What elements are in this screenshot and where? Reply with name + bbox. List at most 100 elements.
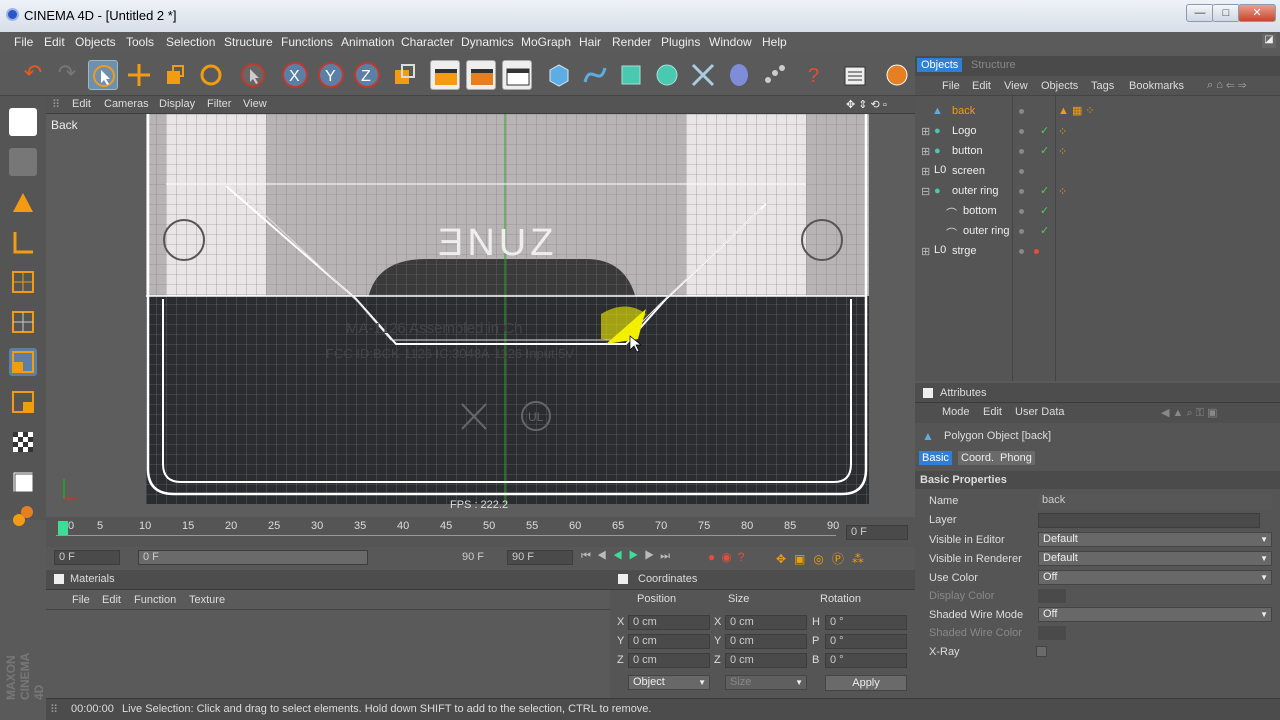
object-row-outer-ring[interactable]: ⊟ ● outer ring bbox=[918, 182, 1016, 202]
object-row-logo[interactable]: ⊞ ● Logo bbox=[918, 122, 1016, 142]
visibility-dot[interactable] bbox=[1019, 209, 1024, 214]
viewport-back[interactable]: Back ƎNUZ MA-1126 Assembled in Ch FCC ID… bbox=[46, 114, 915, 517]
layout-icon[interactable] bbox=[9, 108, 37, 136]
visibility-dot[interactable] bbox=[1019, 189, 1024, 194]
render-region-icon[interactable] bbox=[466, 60, 496, 90]
snap-icon[interactable] bbox=[9, 468, 37, 496]
close-button[interactable]: ✕ bbox=[1238, 4, 1276, 22]
polygons-mode-icon[interactable] bbox=[9, 388, 37, 416]
panel-toggle-icon[interactable] bbox=[923, 388, 933, 398]
preview-range-end[interactable]: 90 F bbox=[462, 551, 484, 563]
sculpt-icon[interactable] bbox=[9, 502, 37, 530]
render-visibility-dot[interactable] bbox=[1034, 249, 1039, 254]
tab-basic[interactable]: Basic bbox=[919, 451, 952, 465]
live-selection-icon[interactable] bbox=[88, 60, 118, 90]
rot-p-field[interactable]: 0 ° bbox=[825, 634, 907, 649]
use-color-dropdown[interactable]: Off bbox=[1038, 570, 1272, 585]
size-y-field[interactable]: 0 cm bbox=[725, 634, 807, 649]
timeline-ruler[interactable]: 0 5 10 15 20 25 30 35 40 45 50 55 60 65 … bbox=[46, 517, 915, 547]
phong-tag-icon[interactable]: ⁘ bbox=[1058, 125, 1067, 138]
minimize-button[interactable]: — bbox=[1186, 4, 1214, 22]
shaded-wire-color-swatch[interactable] bbox=[1038, 626, 1066, 640]
preview-end-field[interactable]: 90 F bbox=[507, 550, 573, 565]
tab-structure[interactable]: Structure bbox=[967, 58, 1020, 72]
menu-objects[interactable]: Objects bbox=[75, 35, 116, 49]
maximize-button[interactable]: □ bbox=[1212, 4, 1240, 22]
coordinate-mode-dropdown[interactable]: Object bbox=[628, 675, 710, 690]
render-settings-icon[interactable] bbox=[502, 60, 532, 90]
coordinate-system-icon[interactable] bbox=[390, 60, 420, 90]
current-frame-field[interactable]: 0 F bbox=[846, 525, 908, 540]
menu-functions[interactable]: Functions bbox=[281, 35, 333, 49]
display-color-swatch[interactable] bbox=[1038, 589, 1066, 603]
record-keys-icon[interactable]: ●◉? bbox=[708, 550, 768, 566]
apply-button[interactable]: Apply bbox=[825, 675, 907, 691]
deformer-icon[interactable] bbox=[688, 60, 718, 90]
layer-field[interactable] bbox=[1038, 513, 1260, 528]
visibility-dot[interactable] bbox=[1019, 249, 1024, 254]
shaded-wire-mode-dropdown[interactable]: Off bbox=[1038, 607, 1272, 622]
viewport-menu-filter[interactable]: Filter bbox=[207, 98, 231, 110]
objects-menu-view[interactable]: View bbox=[1004, 80, 1028, 92]
y-axis-lock-icon[interactable]: Y bbox=[316, 60, 346, 90]
x-ray-checkbox[interactable] bbox=[1036, 646, 1047, 657]
texture-mode-icon[interactable] bbox=[9, 228, 37, 256]
viewport-menu-display[interactable]: Display bbox=[159, 98, 195, 110]
materials-menu-texture[interactable]: Texture bbox=[189, 594, 225, 606]
panel-toggle-icon[interactable] bbox=[618, 574, 628, 584]
undo-icon[interactable]: ↶ bbox=[18, 60, 48, 90]
visibility-dot[interactable] bbox=[1019, 109, 1024, 114]
object-row-bottom[interactable]: ⌒ bottom bbox=[918, 202, 1016, 222]
help-question-icon[interactable]: ? bbox=[800, 60, 830, 90]
model-mode-icon[interactable] bbox=[9, 148, 37, 176]
name-field[interactable]: back bbox=[1038, 494, 1272, 509]
visibility-dot[interactable] bbox=[1019, 149, 1024, 154]
menu-animation[interactable]: Animation bbox=[341, 35, 394, 49]
objects-menu-file[interactable]: File bbox=[942, 80, 960, 92]
menu-mograph[interactable]: MoGraph bbox=[521, 35, 571, 49]
expand-icon[interactable]: ⊞ bbox=[921, 165, 930, 178]
enabled-check-icon[interactable]: ✓ bbox=[1040, 184, 1049, 197]
menu-help[interactable]: Help bbox=[762, 35, 787, 49]
workplane-icon[interactable] bbox=[9, 268, 37, 296]
tab-phong[interactable]: Phong bbox=[997, 451, 1035, 465]
menu-render[interactable]: Render bbox=[612, 35, 651, 49]
scale-icon[interactable] bbox=[160, 60, 190, 90]
menu-character[interactable]: Character bbox=[401, 35, 454, 49]
nurbs-icon[interactable] bbox=[616, 60, 646, 90]
scene-object-icon[interactable] bbox=[724, 60, 754, 90]
menu-selection[interactable]: Selection bbox=[166, 35, 215, 49]
panel-toggle-icon[interactable] bbox=[54, 574, 64, 584]
preview-start-field[interactable]: 0 F bbox=[54, 550, 120, 565]
phong-tag-icon[interactable]: ⁘ bbox=[1058, 145, 1067, 158]
object-mode-icon[interactable] bbox=[9, 188, 37, 216]
render-queue-icon[interactable] bbox=[840, 60, 870, 90]
key-type-icons[interactable]: ✥▣◎Ⓟ⁂ bbox=[776, 550, 911, 566]
viewport-menu-cameras[interactable]: Cameras bbox=[104, 98, 149, 110]
particle-icon[interactable] bbox=[760, 60, 790, 90]
enabled-check-icon[interactable]: ✓ bbox=[1040, 124, 1049, 137]
tags-icons[interactable]: ▲ ▦ ⁘ bbox=[1058, 104, 1095, 117]
objects-menu-objects[interactable]: Objects bbox=[1041, 80, 1078, 92]
enabled-check-icon[interactable]: ✓ bbox=[1040, 144, 1049, 157]
move-icon[interactable] bbox=[124, 60, 154, 90]
tab-objects[interactable]: Objects bbox=[917, 58, 963, 72]
pos-z-field[interactable]: 0 cm bbox=[628, 653, 710, 668]
attributes-nav-icons[interactable]: ◀ ▲ ⌕ ⚿ ▣ bbox=[1161, 406, 1218, 420]
web-icon[interactable] bbox=[882, 60, 912, 90]
size-x-field[interactable]: 0 cm bbox=[725, 615, 807, 630]
object-row-strge[interactable]: ⊞ L0 strge bbox=[918, 242, 1016, 262]
expand-icon[interactable]: ⊞ bbox=[921, 245, 930, 258]
points-mode-icon[interactable] bbox=[9, 308, 37, 336]
objects-menu-tags[interactable]: Tags bbox=[1091, 80, 1114, 92]
array-icon[interactable] bbox=[652, 60, 682, 90]
rot-b-field[interactable]: 0 ° bbox=[825, 653, 907, 668]
object-row-back[interactable]: ▲ back bbox=[918, 102, 1016, 122]
materials-menu-edit[interactable]: Edit bbox=[102, 594, 121, 606]
menu-structure[interactable]: Structure bbox=[224, 35, 273, 49]
enabled-check-icon[interactable]: ✓ bbox=[1040, 204, 1049, 217]
attributes-menu-user-data[interactable]: User Data bbox=[1015, 406, 1065, 418]
menu-edit[interactable]: Edit bbox=[44, 35, 65, 49]
materials-menu-file[interactable]: File bbox=[72, 594, 90, 606]
size-z-field[interactable]: 0 cm bbox=[725, 653, 807, 668]
